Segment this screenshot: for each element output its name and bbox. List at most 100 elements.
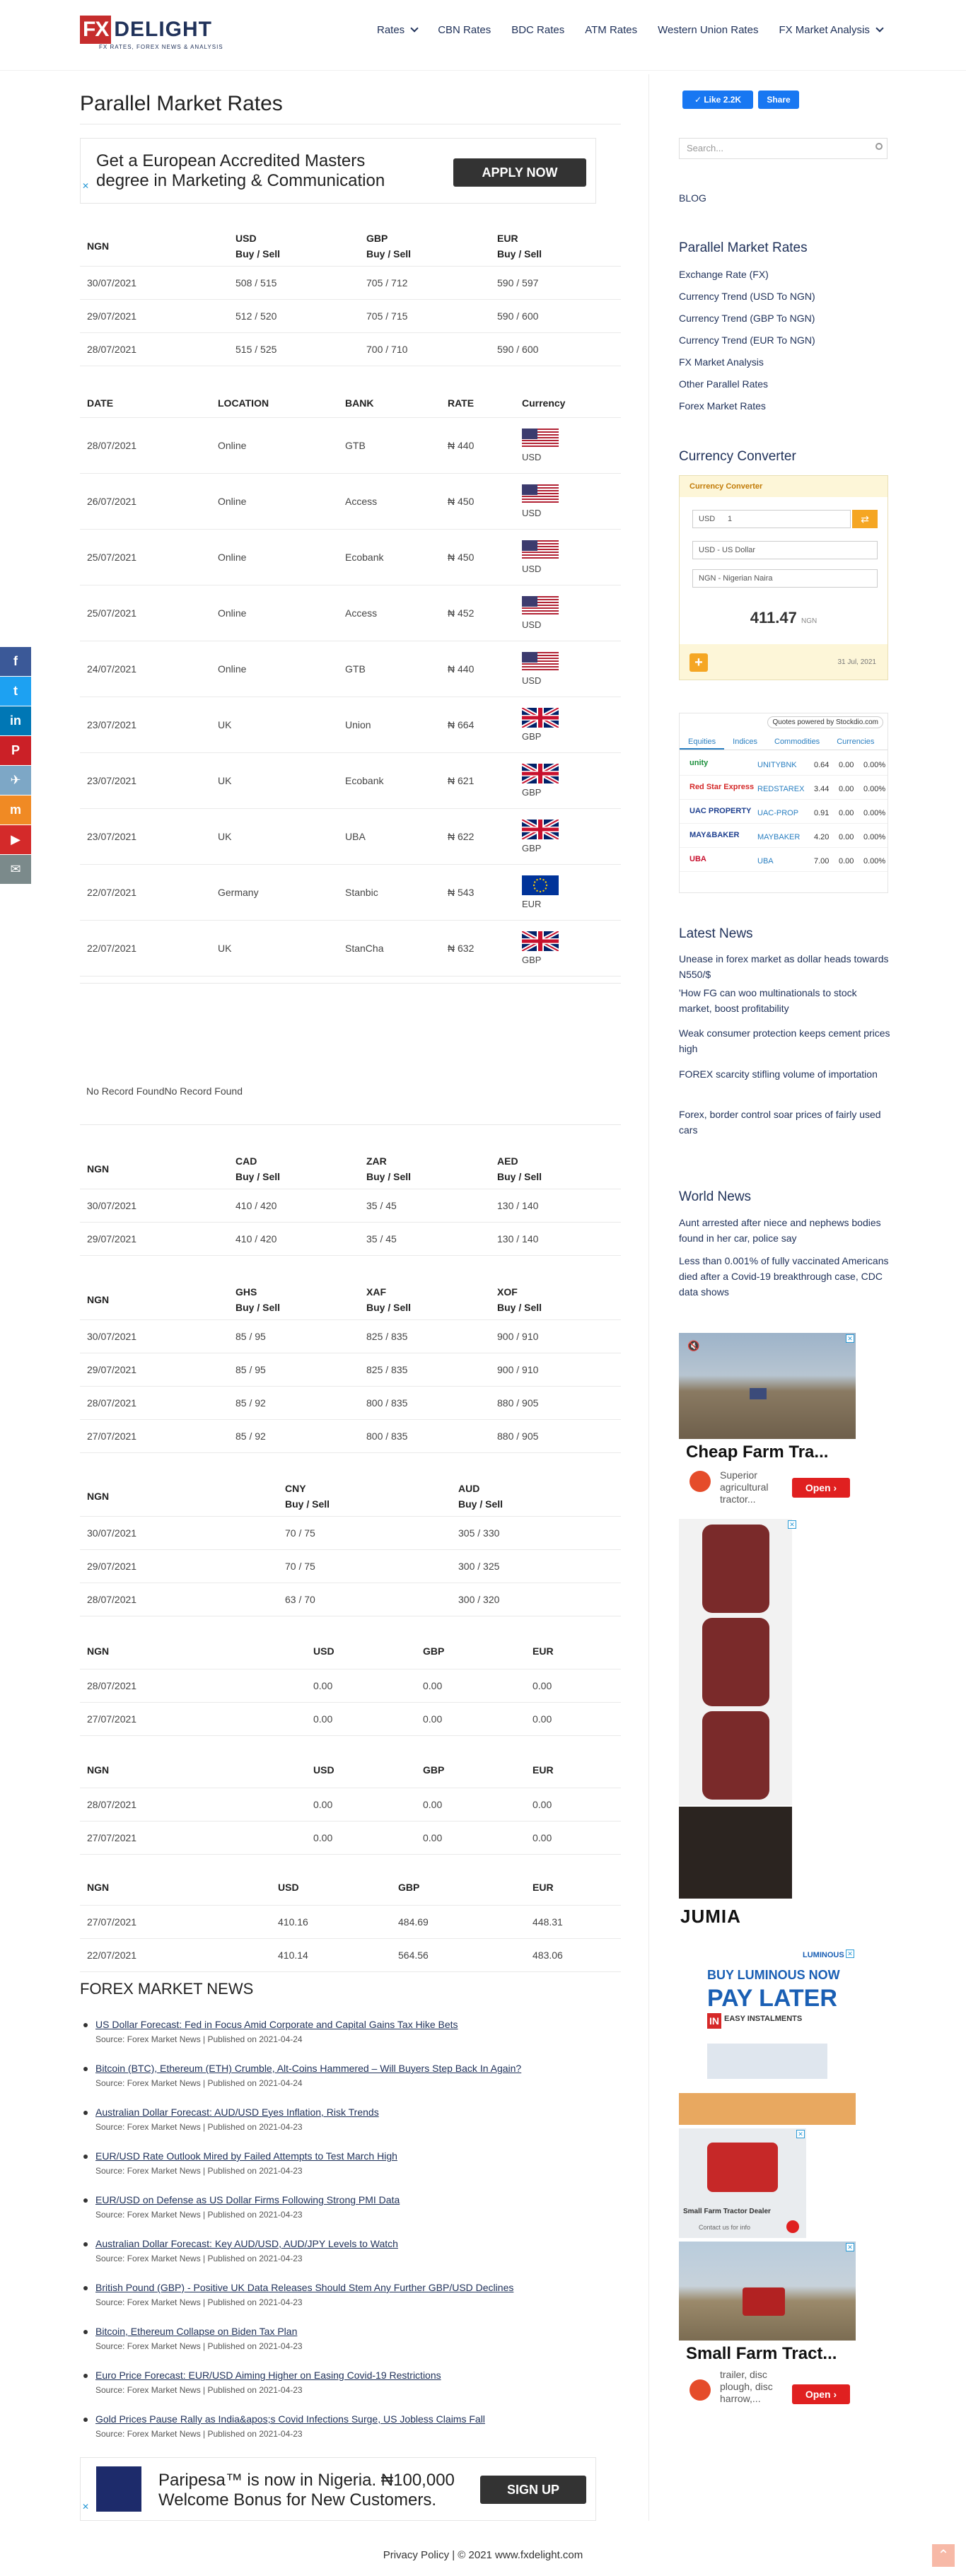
sidebar-link[interactable]: Currency Trend (EUR To NGN) (679, 334, 815, 346)
close-icon[interactable]: ✕ (846, 1950, 854, 1958)
nav-item-atm-rates[interactable]: ATM Rates (585, 24, 637, 36)
ad-jumia-shoes[interactable]: ✕ (679, 1519, 796, 1805)
sidebar-link[interactable]: Currency Trend (GBP To NGN) (679, 313, 815, 324)
world-news-link[interactable]: Aunt arrested after niece and nephews bo… (679, 1215, 891, 1246)
arrow-icon[interactable] (786, 2220, 799, 2233)
close-icon[interactable]: ✕ (846, 2243, 854, 2251)
ad-small-farm-tractor[interactable]: ✕ Small Farm Tractor Dealer Contact us f… (679, 2128, 806, 2238)
ad-banner-top[interactable]: Get a European Accredited Masters degree… (80, 138, 596, 204)
jumia-logo[interactable]: JUMIA (680, 1906, 741, 1928)
pinterest-icon[interactable]: P (0, 736, 31, 765)
stock-symbol[interactable]: UBA (757, 857, 774, 866)
sidebar-link[interactable]: Exchange Rate (FX) (679, 269, 769, 280)
cc-to-select[interactable]: NGN - Nigerian Naira (692, 569, 878, 588)
latest-news-link[interactable]: Forex, border control soar prices of fai… (679, 1107, 891, 1138)
blog-link[interactable]: BLOG (679, 192, 706, 204)
latest-news-link[interactable]: Unease in forex market as dollar heads t… (679, 951, 891, 982)
youtube-icon[interactable]: ▶ (0, 825, 31, 854)
telegram-icon[interactable]: ✈ (0, 766, 31, 795)
nav-item-fx-market-analysis[interactable]: FX Market Analysis (779, 24, 884, 36)
stock-symbol[interactable]: MAYBAKER (757, 833, 800, 841)
column-header: ZAR Buy / Sell (359, 1149, 490, 1189)
news-link[interactable]: Euro Price Forecast: EUR/USD Aiming High… (95, 2370, 441, 2381)
nav-item-cbn-rates[interactable]: CBN Rates (438, 24, 491, 36)
news-link[interactable]: EUR/USD Rate Outlook Mired by Failed Att… (95, 2150, 397, 2162)
mix-icon[interactable]: m (0, 795, 31, 824)
sidebar-link[interactable]: FX Market Analysis (679, 356, 764, 368)
stock-powered-by[interactable]: Quotes powered by Stockdio.com (767, 716, 883, 728)
swap-icon[interactable]: ⇄ (852, 510, 878, 528)
stock-tab[interactable]: Indices (724, 735, 766, 750)
ad3-title[interactable]: Small Farm Tract... (686, 2344, 837, 2364)
news-link[interactable]: Gold Prices Pause Rally as India&apos;s … (95, 2413, 485, 2425)
mute-icon[interactable]: 🔇 (687, 1340, 699, 1352)
stock-tab[interactable]: Currencies (828, 735, 883, 750)
stock-tab[interactable]: Equities (680, 735, 725, 750)
sign-up-button[interactable]: SIGN UP (480, 2476, 586, 2504)
ad-farm-tractor-image[interactable]: ✕ 🔇 (679, 1333, 856, 1439)
apply-now-button[interactable]: APPLY NOW (453, 158, 586, 187)
site-logo[interactable]: FX DELIGHT (80, 16, 212, 44)
shoe-image-large[interactable] (679, 1807, 792, 1899)
ad3-open-button[interactable]: Open › (792, 2384, 850, 2404)
email-icon[interactable]: ✉ (0, 855, 31, 884)
cc-from-select[interactable]: USD - US Dollar (692, 541, 878, 559)
sidebar-link[interactable]: Other Parallel Rates (679, 378, 768, 390)
table-cell: 85 / 95 (228, 1319, 359, 1353)
table-cell: 29/07/2021 (80, 1222, 228, 1256)
search-icon[interactable] (875, 143, 883, 150)
stock-symbol[interactable]: UNITYBNK (757, 761, 797, 769)
usd-flag-icon (522, 595, 559, 616)
nav-item-rates[interactable]: Rates (377, 24, 419, 36)
stock-tab[interactable]: Commodities (766, 735, 828, 750)
news-link[interactable]: Australian Dollar Forecast: AUD/USD Eyes… (95, 2106, 379, 2118)
ad-text-line1: Paripesa™ is now in Nigeria. ₦100,000 (158, 2471, 455, 2490)
nav-item-bdc-rates[interactable]: BDC Rates (511, 24, 564, 36)
close-icon[interactable]: ✕ (796, 2130, 805, 2138)
close-icon[interactable]: ✕ (788, 1520, 796, 1529)
stock-symbol[interactable]: REDSTAREX (757, 785, 804, 793)
news-link[interactable]: British Pound (GBP) - Positive UK Data R… (95, 2282, 513, 2293)
search-input[interactable]: Search... (679, 138, 888, 159)
ad1-title[interactable]: Cheap Farm Tra... (686, 1443, 828, 1462)
news-link[interactable]: Bitcoin, Ethereum Collapse on Biden Tax … (95, 2326, 303, 2337)
stock-symbol[interactable]: UAC-PROP (757, 809, 798, 817)
ad-farm-tractor-image-2[interactable]: ✕ (679, 2242, 856, 2341)
table-cell: 705 / 712 (359, 266, 490, 300)
linkedin-icon[interactable]: in (0, 706, 31, 735)
ad-choices-icon[interactable]: ✕ (82, 181, 89, 191)
news-item: Euro Price Forecast: EUR/USD Aiming High… (95, 2370, 441, 2395)
stock-row[interactable]: unity UNITYBNK 0.64 0.00 0.00% (680, 754, 888, 776)
latest-news-link[interactable]: FOREX scarcity stifling volume of import… (679, 1066, 891, 1082)
stock-row[interactable]: MAY&BAKER MAYBAKER 4.20 0.00 0.00% (680, 827, 888, 848)
close-icon[interactable]: ✕ (846, 1334, 854, 1343)
cc-date: 31 Jul, 2021 (837, 658, 877, 666)
facebook-share-button[interactable]: Share (758, 91, 799, 109)
news-link[interactable]: EUR/USD on Defense as US Dollar Firms Fo… (95, 2194, 400, 2205)
facebook-icon[interactable]: f (0, 647, 31, 676)
ad-choices-icon[interactable]: ✕ (82, 2502, 89, 2512)
sidebar-link[interactable]: Currency Trend (USD To NGN) (679, 291, 815, 302)
nav-item-western-union-rates[interactable]: Western Union Rates (658, 24, 758, 36)
news-link[interactable]: Australian Dollar Forecast: Key AUD/USD,… (95, 2238, 398, 2249)
site-footer[interactable]: Privacy Policy | © 2021 www.fxdelight.co… (0, 2549, 966, 2561)
twitter-icon[interactable]: t (0, 677, 31, 706)
sidebar-link[interactable]: Forex Market Rates (679, 400, 766, 412)
back-to-top-button[interactable]: ⌃ (932, 2544, 955, 2567)
facebook-like-button[interactable]: ✓ Like 2.2K (682, 91, 753, 109)
stock-change: 0.00 (839, 857, 854, 866)
stock-row[interactable]: Red Star Express REDSTAREX 3.44 0.00 0.00% (680, 779, 888, 800)
latest-news-link[interactable]: 'How FG can woo multinationals to stock … (679, 985, 891, 1016)
latest-news-link[interactable]: Weak consumer protection keeps cement pr… (679, 1025, 891, 1056)
cc-amount-input[interactable]: 1 (722, 510, 851, 528)
ad-luminous[interactable]: ✕ LUMINOUS BUY LUMINOUS NOW PAY LATER IN… (679, 1948, 856, 2125)
stock-row[interactable]: UBA UBA 7.00 0.00 0.00% (680, 851, 888, 872)
ad-banner-bottom[interactable]: Paripesa™ is now in Nigeria. ₦100,000 We… (80, 2457, 596, 2521)
world-news-link[interactable]: Less than 0.001% of fully vaccinated Ame… (679, 1253, 891, 1300)
stock-row[interactable]: UAC PROPERTY UAC-PROP 0.91 0.00 0.00% (680, 803, 888, 824)
table-cell: 130 / 140 (490, 1222, 621, 1256)
news-link[interactable]: US Dollar Forecast: Fed in Focus Amid Co… (95, 2019, 458, 2030)
plus-icon[interactable]: + (689, 653, 708, 672)
ad1-open-button[interactable]: Open › (792, 1478, 850, 1498)
news-link[interactable]: Bitcoin (BTC), Ethereum (ETH) Crumble, A… (95, 2063, 521, 2074)
